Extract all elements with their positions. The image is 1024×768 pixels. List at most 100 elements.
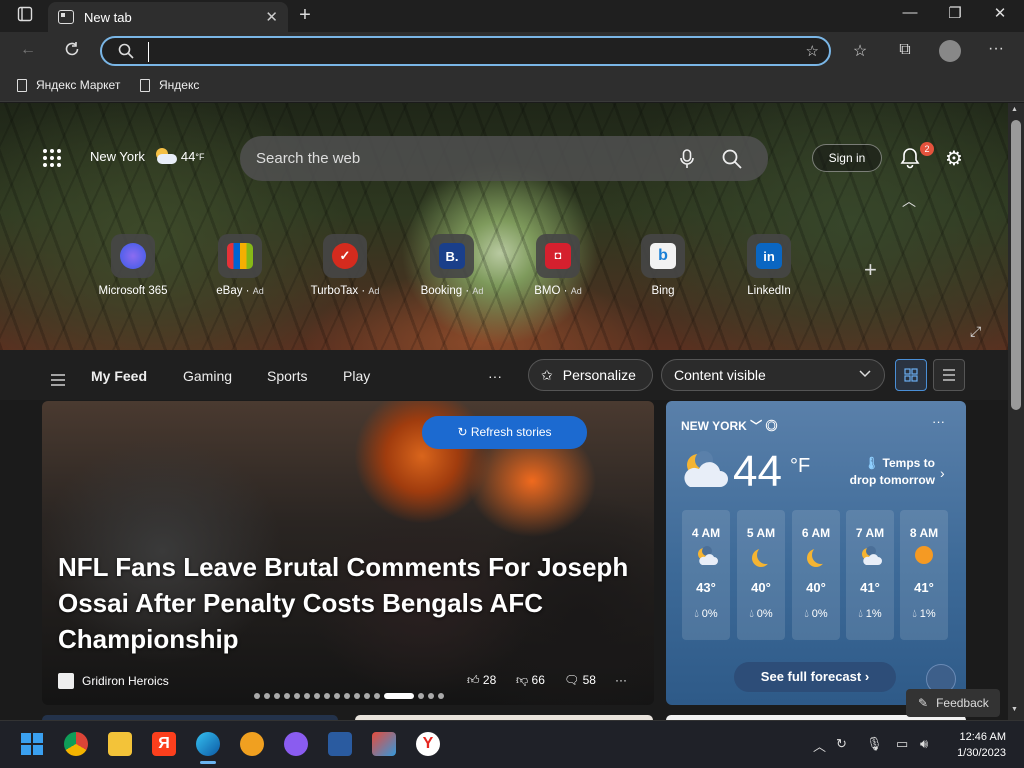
story-more-icon[interactable]: ··· [615, 673, 627, 687]
tab-actions-icon[interactable] [10, 6, 40, 27]
quick-link-label: LinkedIn [747, 285, 791, 297]
scrollbar-thumb[interactable] [1011, 120, 1021, 410]
windows-start-icon[interactable] [20, 732, 44, 756]
feedback-icon: ✎ [918, 696, 929, 710]
back-arrow-icon[interactable]: ← [13, 41, 43, 59]
profile-avatar[interactable] [939, 40, 961, 62]
microphone-icon[interactable]: 🎙︎ [866, 736, 883, 752]
dislike-button[interactable]: 👎︎ 66 [516, 673, 545, 688]
address-bar[interactable]: ☆ [100, 36, 831, 66]
feedback-button[interactable]: ✎ Feedback [906, 689, 1000, 717]
microphone-icon[interactable] [680, 149, 694, 173]
weather-city[interactable]: NEW YORK ﹀ ◎ [681, 417, 778, 434]
add-favorite-icon[interactable]: ☆ [806, 42, 819, 60]
nav-play[interactable]: Play [343, 368, 370, 384]
address-input[interactable] [148, 42, 748, 62]
search-icon [118, 43, 134, 64]
notifications-bell-icon[interactable] [900, 147, 920, 169]
alice-icon[interactable] [284, 732, 308, 756]
quick-link-booking[interactable]: B. Booking · Ad [407, 234, 497, 297]
new-tab-button[interactable]: + [290, 4, 320, 27]
brave-icon[interactable] [240, 732, 264, 756]
sync-icon[interactable]: ↻ [836, 736, 847, 752]
grid-view-icon[interactable] [895, 359, 927, 391]
volume-icon[interactable]: 🔊︎ [920, 736, 928, 752]
refresh-stories-button[interactable]: ↻ Refresh stories [422, 416, 587, 449]
page-icon [140, 78, 150, 92]
favorites-icon[interactable]: ☆ [845, 41, 875, 61]
network-icon[interactable]: ▭ [896, 736, 908, 752]
gear-icon[interactable]: ⚙ [945, 146, 963, 171]
notification-badge: 2 [920, 142, 934, 156]
forecast-label: See full forecast [760, 669, 862, 684]
file-explorer-icon[interactable] [108, 732, 132, 756]
nav-my-feed[interactable]: My Feed [91, 368, 147, 384]
list-view-icon[interactable] [933, 359, 965, 391]
quick-link-microsoft365[interactable]: Microsoft 365 [88, 234, 178, 297]
refresh-label: Refresh stories [470, 425, 552, 439]
location-unit: °F [195, 151, 205, 162]
chrome-icon[interactable] [64, 732, 88, 756]
content-visibility-select[interactable]: Content visible [661, 359, 885, 391]
restore-button[interactable]: ❐ [935, 4, 975, 22]
yandex-icon[interactable]: Y [416, 732, 440, 756]
comments-button[interactable]: 🗨︎ 58 [564, 673, 596, 687]
location-weather[interactable]: New York 44 °F [90, 147, 205, 164]
app-icon[interactable] [372, 732, 396, 756]
chevron-up-icon[interactable]: ︿ [902, 191, 916, 211]
story-source[interactable]: Gridiron Heroics [58, 673, 169, 689]
source-logo-icon [58, 673, 74, 689]
quick-link-bmo[interactable]: ◘ BMO · Ad [513, 234, 603, 297]
expand-icon[interactable]: ⤢ [970, 323, 981, 340]
favorite-item[interactable]: Яндекс Маркет [17, 78, 120, 92]
refresh-icon[interactable] [57, 40, 87, 63]
carousel-dots[interactable] [254, 693, 444, 699]
scroll-down-icon[interactable]: ▼ [1011, 706, 1018, 713]
weather-alert[interactable]: 🌡︎ Temps to drop tomorrow [838, 455, 935, 489]
yandex-browser-icon[interactable]: Я [152, 732, 176, 756]
system-clock[interactable]: 12:46 AM 1/30/2023 [950, 729, 1006, 761]
sun-icon [914, 546, 934, 566]
story-headline[interactable]: NFL Fans Leave Brutal Comments For Josep… [58, 549, 638, 657]
web-search-box[interactable]: Search the web [240, 136, 768, 181]
add-quick-link-icon[interactable]: + [864, 257, 877, 283]
favorite-item[interactable]: Яндекс [140, 78, 199, 92]
partly-cloudy-icon [153, 147, 177, 164]
sign-in-button[interactable]: Sign in [812, 144, 882, 172]
nav-gaming[interactable]: Gaming [183, 368, 232, 384]
chevron-up-icon[interactable]: ︿ [813, 736, 826, 755]
see-full-forecast-button[interactable]: See full forecast › [734, 662, 896, 692]
hour-time: 8 AM [909, 526, 939, 540]
like-button[interactable]: 👍︎ 28 [467, 673, 496, 688]
hour-precip: 💧︎ 1% [912, 608, 936, 620]
quick-link-turbotax[interactable]: ✓ TurboTax · Ad [300, 234, 390, 297]
minimize-button[interactable]: — [890, 4, 930, 21]
weather-more-icon[interactable]: ··· [932, 414, 945, 429]
quick-link-ebay[interactable]: eBay · Ad [195, 234, 285, 297]
hour-precip: 💧︎ 0% [804, 608, 828, 620]
app-icon[interactable] [328, 732, 352, 756]
hour-temp: 43° [696, 580, 716, 595]
edge-icon[interactable] [196, 732, 220, 756]
nav-more-button[interactable]: ··· [488, 368, 502, 384]
personalize-label: Personalize [562, 367, 636, 383]
collections-icon[interactable]: ⧉ [890, 41, 920, 59]
app-launcher-icon[interactable] [43, 149, 61, 167]
moon-cloud-icon [696, 546, 718, 566]
personalize-button[interactable]: ✩ Personalize [528, 359, 653, 391]
hourly-forecast: 4 AM 43° 💧︎ 0% [682, 510, 730, 640]
current-temp: 44 [733, 447, 782, 496]
scroll-up-icon[interactable]: ▲ [1011, 106, 1018, 113]
nav-sports[interactable]: Sports [267, 368, 307, 384]
close-tab-icon[interactable]: ✕ [265, 8, 278, 26]
hour-time: 5 AM [746, 526, 776, 540]
hour-precip: 💧︎ 0% [694, 608, 718, 620]
tab-new-tab[interactable]: New tab ✕ [48, 2, 288, 32]
chevron-right-icon[interactable]: › [940, 465, 945, 481]
settings-more-icon[interactable]: ··· [981, 40, 1011, 58]
search-icon[interactable] [722, 149, 742, 173]
quick-link-bing[interactable]: b Bing [618, 234, 708, 297]
hamburger-menu-icon[interactable] [50, 373, 66, 391]
window-close-button[interactable]: ✕ [980, 4, 1020, 22]
quick-link-linkedin[interactable]: in LinkedIn [724, 234, 814, 297]
